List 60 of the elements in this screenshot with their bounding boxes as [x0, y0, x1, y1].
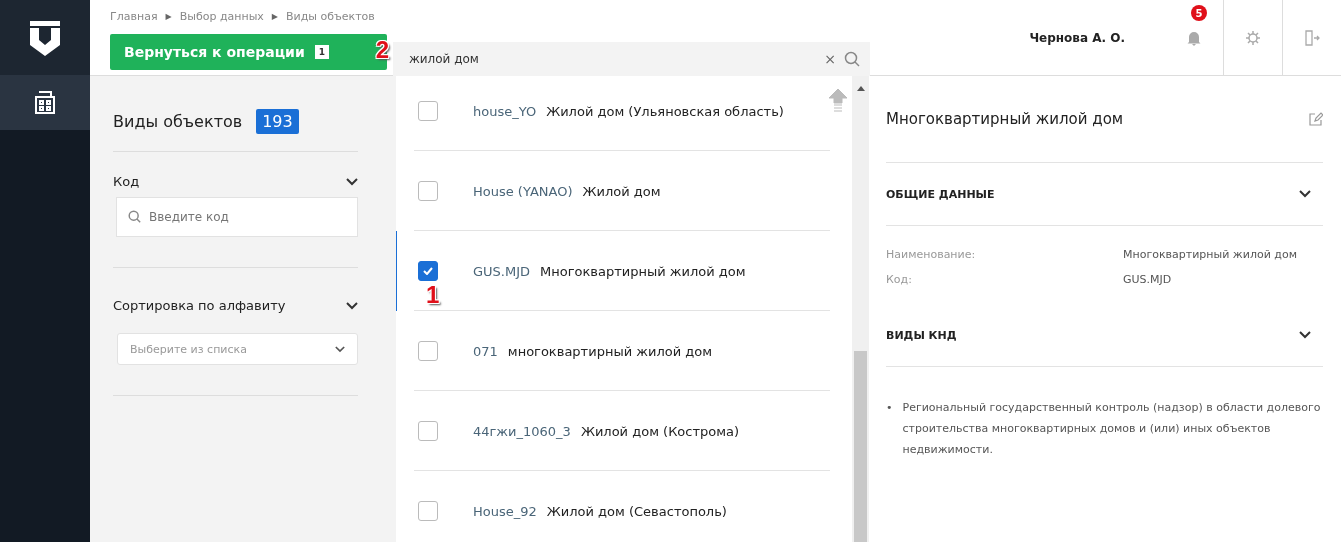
field-label: Наименование:	[886, 248, 977, 261]
user-name[interactable]: Чернова А. О.	[1029, 30, 1125, 45]
filter-label: Сортировка по алфавиту	[113, 298, 286, 313]
checkbox[interactable]	[418, 421, 438, 441]
object-name[interactable]: Жилой дом	[582, 183, 661, 199]
object-code[interactable]: House (YANAO)	[473, 183, 573, 199]
field-value: GUS.MJD	[1123, 273, 1173, 286]
section-title[interactable]: ВИДЫ КНД	[886, 328, 957, 342]
object-code[interactable]: 44гжи_1060_3	[473, 423, 571, 439]
panel-title: Виды объектов	[113, 111, 243, 131]
bullet-icon: •	[886, 397, 893, 460]
object-code[interactable]: house_YO	[473, 103, 537, 119]
object-code[interactable]: 071	[473, 343, 498, 359]
checkbox[interactable]	[418, 101, 438, 121]
chevron-down-icon[interactable]	[346, 301, 358, 310]
detail-title: Многоквартирный жилой дом	[886, 110, 1124, 128]
object-name[interactable]: Жилой дом (Севастополь)	[546, 503, 727, 519]
search-icon	[128, 210, 141, 223]
chevron-down-icon[interactable]	[1299, 331, 1311, 339]
search-icon[interactable]	[844, 51, 860, 67]
object-name[interactable]: Жилой дом (Кострома)	[580, 423, 740, 439]
edit-icon[interactable]	[1309, 112, 1323, 126]
logout-icon[interactable]	[1304, 29, 1320, 46]
breadcrumb-link[interactable]: Главная	[110, 10, 158, 23]
field-value: Многоквартирный жилой дом	[1123, 248, 1298, 261]
filter-label: Код	[113, 174, 140, 189]
code-input-field[interactable]: Введите код	[116, 197, 358, 237]
section-title[interactable]: ОБЩИЕ ДАННЫЕ	[886, 187, 995, 201]
checkmark-icon	[423, 267, 433, 275]
chevron-down-icon[interactable]	[1299, 190, 1311, 198]
search-field[interactable]: жилой дом ×	[393, 42, 870, 76]
shield-logo-icon[interactable]	[28, 18, 62, 57]
checkbox[interactable]	[418, 501, 438, 521]
object-code[interactable]: GUS.MJD	[473, 263, 531, 279]
object-code[interactable]: House_92	[473, 503, 537, 519]
object-name[interactable]: Многоквартирный жилой дом	[540, 263, 746, 279]
chevron-down-icon[interactable]	[346, 177, 358, 186]
count-badge: 193	[256, 108, 299, 134]
callout-number: 1	[426, 281, 440, 309]
settings-icon[interactable]	[1245, 29, 1261, 46]
scrollbar[interactable]	[852, 76, 869, 542]
building-icon[interactable]	[34, 90, 56, 115]
breadcrumb-separator-icon: ▶	[165, 12, 172, 21]
breadcrumb-separator-icon: ▶	[271, 12, 278, 21]
object-name[interactable]: многоквартирный жилой дом	[507, 343, 712, 359]
breadcrumb-link[interactable]: Виды объектов	[286, 10, 375, 23]
field-label: Код:	[886, 273, 913, 286]
checkbox[interactable]	[418, 261, 438, 281]
notification-badge: 5	[1191, 5, 1207, 21]
scroll-to-top-icon[interactable]	[828, 88, 848, 114]
chevron-down-icon	[335, 345, 345, 353]
scroll-up-icon[interactable]	[856, 86, 865, 91]
list-item-text: Региональный государственный контроль (надзор) в области долевого строительства многоквартирных домов и (или) иных объектов недвижимости.	[902, 400, 1322, 458]
bell-icon[interactable]	[1187, 29, 1201, 46]
object-name[interactable]: Жилой дом (Ульяновская область)	[546, 103, 784, 119]
clear-button[interactable]: ×	[824, 51, 836, 67]
checkbox[interactable]	[418, 181, 438, 201]
checkbox[interactable]	[418, 341, 438, 361]
count-badge: 1	[314, 44, 329, 59]
breadcrumb-link[interactable]: Выбор данных	[179, 10, 264, 23]
